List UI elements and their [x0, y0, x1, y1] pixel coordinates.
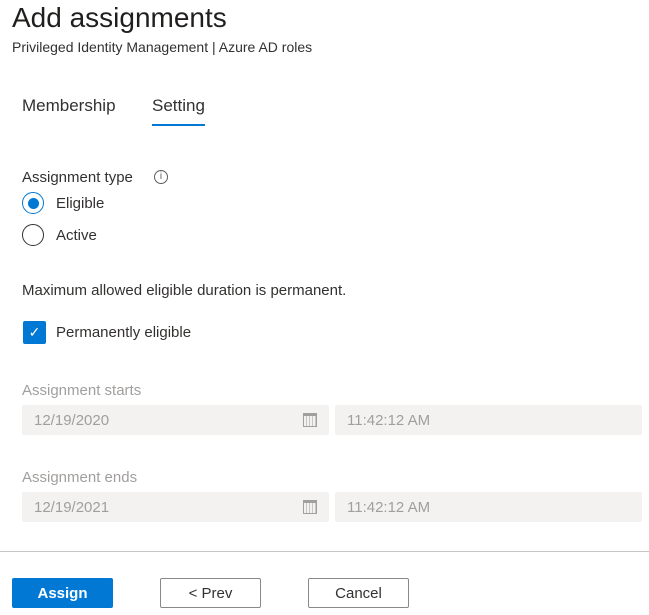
assignment-starts-label: Assignment starts	[22, 382, 142, 399]
radio-label: Eligible	[56, 194, 105, 212]
calendar-icon[interactable]	[303, 413, 317, 427]
tab-membership[interactable]: Membership	[22, 96, 116, 116]
radio-active[interactable]: Active	[22, 224, 97, 246]
info-icon[interactable]: i	[154, 170, 168, 184]
radio-button[interactable]	[22, 224, 44, 246]
permanently-eligible-checkbox[interactable]: ✓ Permanently eligible	[23, 321, 191, 344]
start-time-input[interactable]: 11:42:12 AM	[335, 405, 642, 435]
start-date-value: 12/19/2020	[34, 411, 110, 429]
checkbox-label: Permanently eligible	[56, 324, 192, 341]
prev-button[interactable]: < Prev	[160, 578, 261, 608]
page-title: Add assignments	[12, 2, 227, 33]
end-time-input[interactable]: 11:42:12 AM	[335, 492, 642, 522]
end-date-value: 12/19/2021	[34, 498, 110, 516]
end-date-input[interactable]: 12/19/2021	[22, 492, 329, 522]
tab-setting[interactable]: Setting	[152, 96, 205, 126]
start-date-input[interactable]: 12/19/2020	[22, 405, 329, 435]
assign-button[interactable]: Assign	[12, 578, 113, 608]
duration-note: Maximum allowed eligible duration is per…	[22, 282, 347, 299]
start-time-value: 11:42:12 AM	[347, 411, 431, 429]
radio-eligible[interactable]: Eligible	[22, 192, 104, 214]
end-time-value: 11:42:12 AM	[347, 498, 431, 516]
radio-label: Active	[56, 226, 97, 244]
calendar-icon[interactable]	[303, 500, 317, 514]
checkmark-icon[interactable]: ✓	[23, 321, 46, 344]
breadcrumb: Privileged Identity Management | Azure A…	[12, 39, 313, 55]
assignment-type-label: Assignment type	[22, 169, 133, 186]
cancel-button[interactable]: Cancel	[308, 578, 409, 608]
radio-button[interactable]	[22, 192, 44, 214]
assignment-ends-label: Assignment ends	[22, 469, 138, 486]
divider	[0, 551, 649, 552]
